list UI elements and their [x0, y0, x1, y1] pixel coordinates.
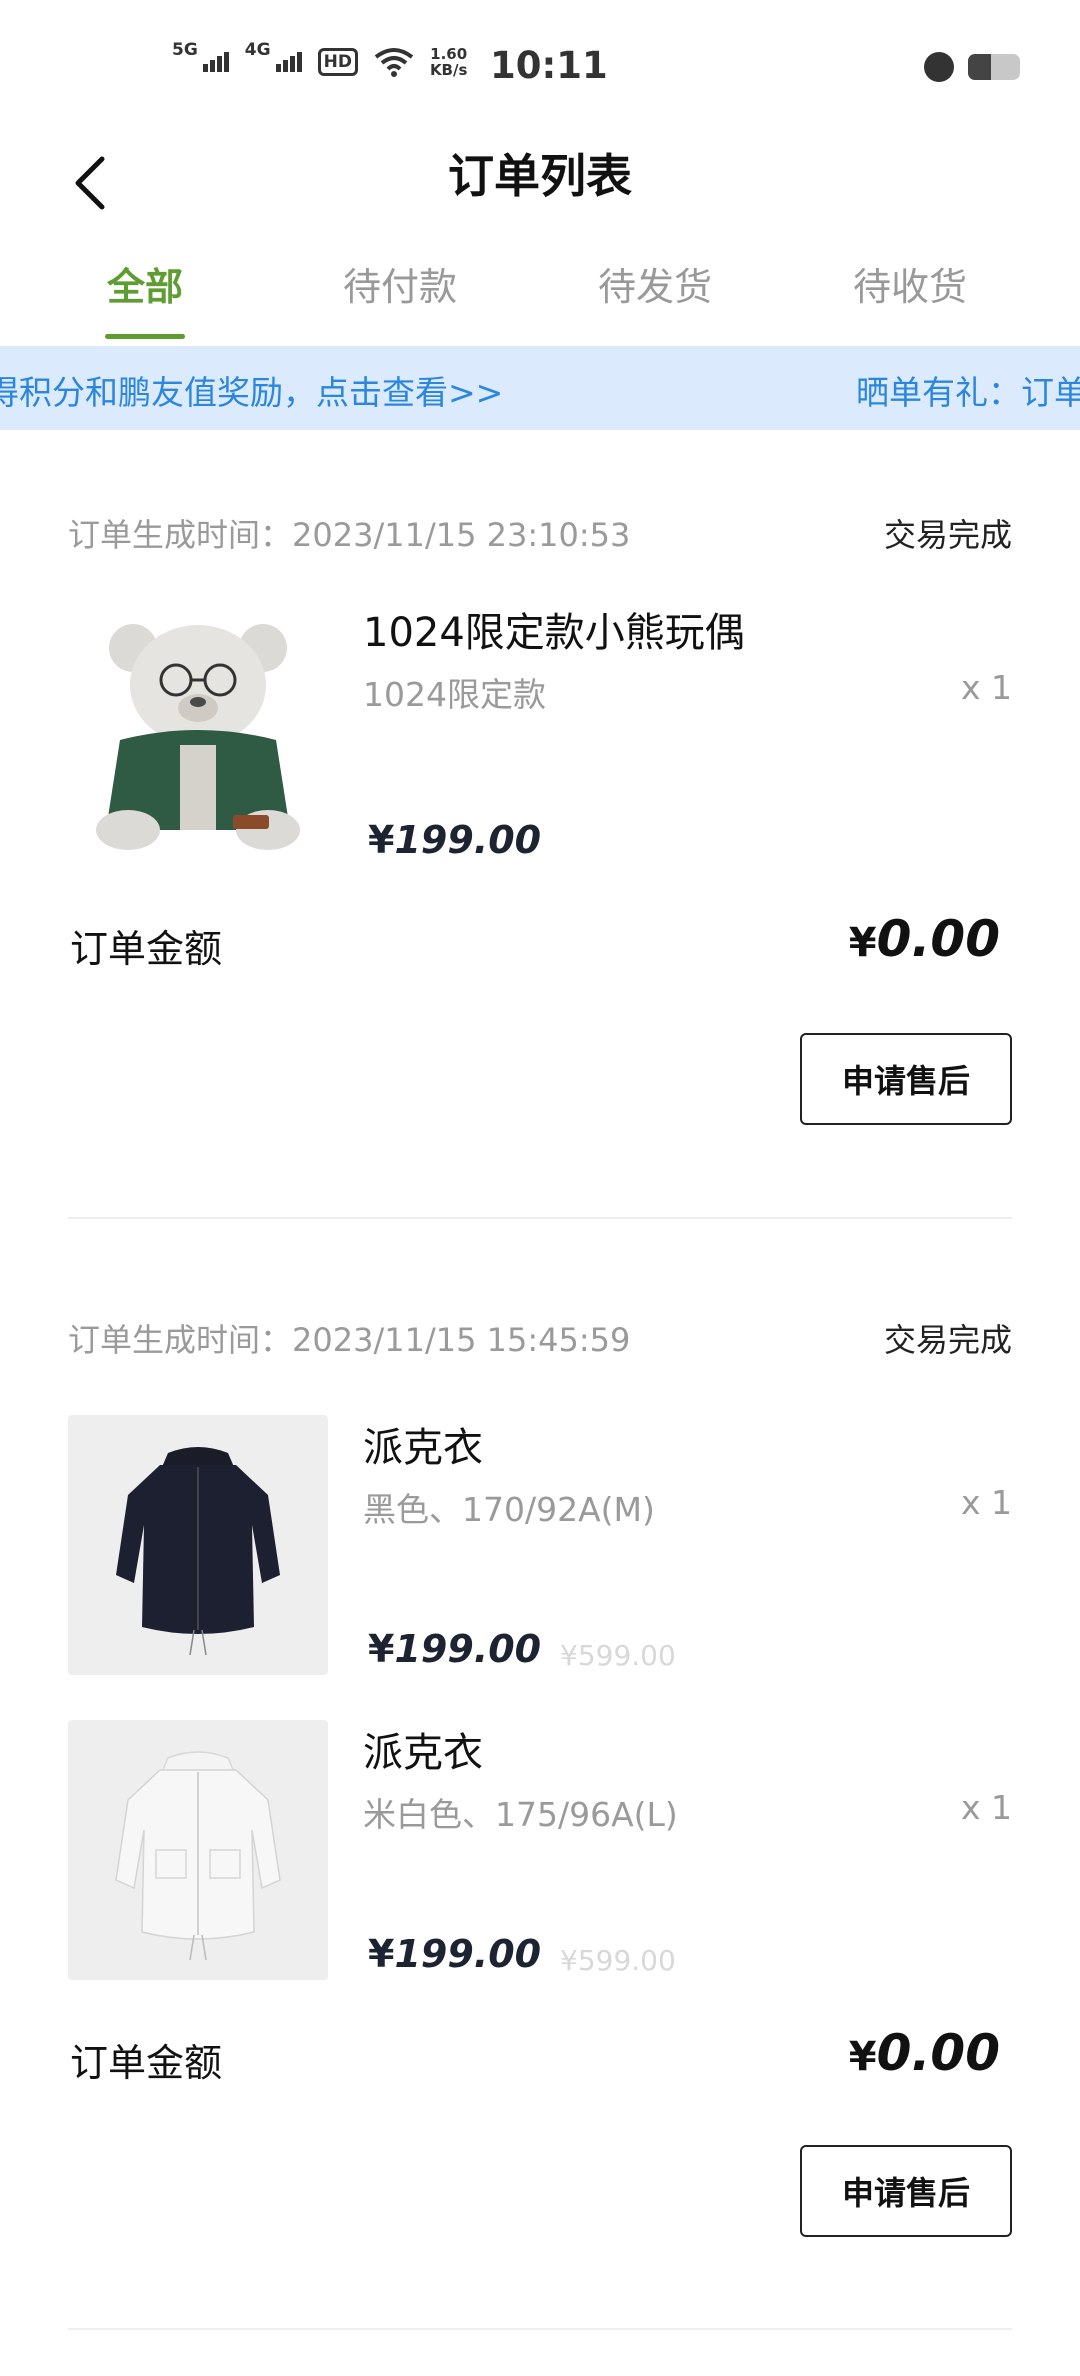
active-tab-indicator	[105, 334, 185, 339]
product-spec: 1024限定款	[363, 675, 546, 714]
hd-volte-icon: HD	[317, 48, 358, 76]
product-quantity: x 1	[960, 1788, 1012, 1827]
product-spec: 黑色、170/92A(M)	[363, 1490, 655, 1529]
order-time: 订单生成时间：2023/11/15 23:10:53	[68, 516, 631, 554]
order-amount-label: 订单金额	[70, 2041, 223, 2085]
after-sales-button[interactable]: 申请售后	[800, 2145, 1012, 2237]
order-amount: ¥0.00	[848, 2024, 1000, 2082]
alarm-icon	[924, 52, 954, 82]
status-bar: 5G 4G HD 1.60 KB/s 10:11	[0, 0, 1080, 120]
product-price: ¥199.00	[368, 1932, 542, 1976]
order-card: 订单生成时间：2023/11/15 15:45:59 交易完成 派克衣 黑色、1…	[68, 1235, 1012, 2335]
order-status: 交易完成	[883, 516, 1012, 554]
tab-pending-shipment[interactable]: 待发货	[565, 256, 745, 311]
nav-header: 订单列表	[0, 120, 1080, 250]
tab-all[interactable]: 全部	[55, 256, 235, 311]
product-original-price: ¥599.00	[560, 1944, 676, 1977]
page-title: 订单列表	[448, 149, 632, 203]
clock: 10:11	[490, 44, 608, 87]
signal-5g-icon: 5G	[172, 40, 229, 72]
product-quantity: x 1	[960, 668, 1012, 707]
product-price: ¥199.00	[368, 1627, 542, 1671]
order-status: 交易完成	[883, 1321, 1012, 1359]
order-time: 订单生成时间：2023/11/15 15:45:59	[68, 1321, 631, 1359]
product-name[interactable]: 派克衣	[363, 1415, 483, 1473]
product-image-white-parka[interactable]	[68, 1720, 328, 1980]
product-price: ¥199.00	[368, 818, 542, 862]
divider	[68, 1217, 1012, 1219]
status-icons-left: 5G 4G HD 1.60 KB/s	[172, 40, 468, 79]
order-tabs: 全部 待付款 待发货 待收货	[0, 250, 1080, 346]
divider	[68, 2328, 1012, 2330]
tab-pending-payment[interactable]: 待付款	[310, 256, 490, 311]
banner-text-next: 晒单有礼：订单	[856, 373, 1080, 412]
order-card: 订单生成时间：2023/11/15 23:10:53 交易完成 1024限定款小…	[68, 430, 1012, 1220]
product-quantity: x 1	[960, 1483, 1012, 1522]
product-original-price: ¥599.00	[560, 1639, 676, 1672]
status-icons-right	[924, 52, 1020, 82]
tab-pending-receipt[interactable]: 待收货	[820, 256, 1000, 311]
network-speed: 1.60 KB/s	[429, 45, 468, 79]
product-image-teddy-bear[interactable]	[68, 600, 328, 860]
product-image-black-parka[interactable]	[68, 1415, 328, 1675]
order-amount-label: 订单金额	[70, 927, 223, 971]
black-parka-image	[116, 1447, 280, 1656]
after-sales-button[interactable]: 申请售后	[800, 1033, 1012, 1125]
white-parka-image	[115, 1751, 281, 1961]
product-spec: 米白色、175/96A(L)	[363, 1795, 678, 1834]
promo-banner[interactable]: 得积分和鹏友值奖励，点击查看>> 晒单有礼：订单	[0, 346, 1080, 430]
order-amount: ¥0.00	[848, 910, 1000, 968]
teddy-bear-image	[96, 624, 300, 850]
banner-text: 得积分和鹏友值奖励，点击查看>>	[0, 373, 504, 412]
product-name[interactable]: 1024限定款小熊玩偶	[363, 600, 745, 658]
signal-4g-icon: 4G	[245, 40, 302, 72]
product-name[interactable]: 派克衣	[363, 1720, 483, 1778]
battery-icon	[968, 54, 1020, 80]
wifi-icon	[374, 48, 414, 77]
battery-level	[968, 54, 992, 80]
